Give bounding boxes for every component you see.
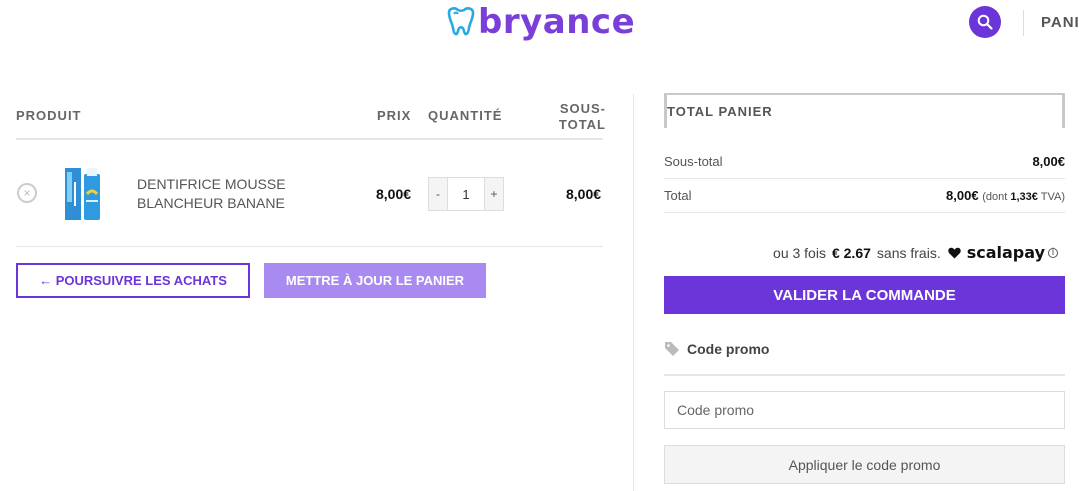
continue-shopping-button[interactable]: ← POURSUIVRE LES ACHATS [16, 263, 250, 298]
scalapay-installments[interactable]: ou 3 fois € 2.67 sans frais. scalapay i [773, 243, 1058, 262]
total-value: 8,00€ [946, 188, 979, 203]
column-header-product: PRODUIT [16, 108, 82, 123]
subtotal-value: 8,00€ [1032, 154, 1065, 169]
promo-heading: Code promo [664, 341, 769, 357]
scalapay-prefix: ou 3 fois [773, 244, 826, 261]
tax-note: (dont 1,33€ TVA) [982, 191, 1065, 203]
header-divider [1023, 10, 1024, 36]
search-icon [977, 14, 993, 30]
checkout-button[interactable]: VALIDER LA COMMANDE [664, 276, 1065, 314]
quantity-input[interactable] [448, 177, 484, 211]
promo-code-input[interactable] [664, 391, 1065, 429]
remove-item-button[interactable]: × [17, 183, 37, 203]
search-button[interactable] [969, 6, 1001, 38]
promo-heading-label: Code promo [687, 341, 770, 357]
product-name[interactable]: DENTIFRICE MOUSSE BLANCHEUR BANANE [137, 175, 317, 213]
scalapay-amount: € 2.67 [831, 244, 871, 261]
column-header-quantity: QUANTITÉ [428, 108, 503, 123]
cart-link[interactable]: PANI [1041, 14, 1079, 31]
tax-prefix: (dont [982, 191, 1008, 203]
header-divider-line [16, 138, 603, 140]
apply-promo-button[interactable]: Appliquer le code promo [664, 445, 1065, 484]
product-price: 8,00€ [376, 186, 412, 202]
info-icon[interactable]: i [1048, 247, 1058, 258]
tax-suffix: TVA) [1040, 191, 1065, 203]
total-label: Total [664, 188, 692, 203]
column-header-subtotal: SOUS-TOTAL [558, 101, 606, 132]
scalapay-logo: scalapay [966, 243, 1045, 262]
totals-divider-bottom [664, 212, 1065, 213]
total-value-group: 8,00€ (dont 1,33€ TVA) [946, 188, 1065, 203]
brand-name: bryance [478, 2, 636, 42]
subtotal-label: Sous-total [664, 154, 723, 169]
cart-totals-title: TOTAL PANIER [664, 93, 1065, 128]
tag-icon [665, 342, 679, 356]
close-icon: × [23, 186, 31, 200]
product-thumbnail[interactable] [53, 160, 119, 228]
promo-divider [664, 374, 1065, 376]
tax-amount: 1,33€ [1010, 191, 1038, 203]
quantity-stepper[interactable]: - + [428, 177, 504, 211]
totals-divider [664, 178, 1065, 179]
product-subtotal: 8,00€ [566, 186, 602, 202]
site-logo[interactable]: bryance [444, 2, 635, 42]
column-header-price: PRIX [377, 108, 412, 123]
update-cart-button[interactable]: METTRE À JOUR LE PANIER [264, 263, 486, 298]
quantity-increase-button[interactable]: + [484, 177, 504, 211]
heart-icon [948, 247, 961, 258]
quantity-decrease-button[interactable]: - [428, 177, 448, 211]
tooth-logo-icon [447, 7, 475, 36]
scalapay-suffix: sans frais. [876, 244, 941, 261]
column-separator [633, 94, 634, 491]
row-divider [16, 246, 603, 247]
